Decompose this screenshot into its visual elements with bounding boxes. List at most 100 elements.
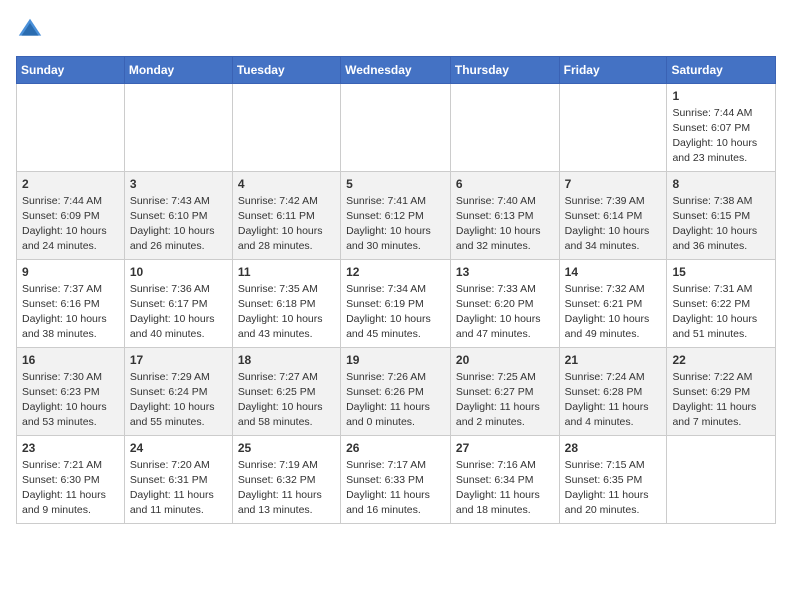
day-number: 24	[130, 440, 227, 456]
day-info: Sunrise: 7:34 AM Sunset: 6:19 PM Dayligh…	[346, 283, 431, 340]
day-cell: 14 Sunrise: 7:32 AM Sunset: 6:21 PM Dayli…	[559, 260, 667, 348]
day-cell: 19 Sunrise: 7:26 AM Sunset: 6:26 PM Dayli…	[341, 348, 451, 436]
day-info: Sunrise: 7:44 AM Sunset: 6:09 PM Dayligh…	[22, 195, 107, 252]
days-header-row: SundayMondayTuesdayWednesdayThursdayFrid…	[17, 57, 776, 84]
day-number: 10	[130, 264, 227, 280]
day-cell: 9 Sunrise: 7:37 AM Sunset: 6:16 PM Daylig…	[17, 260, 125, 348]
day-cell: 7 Sunrise: 7:39 AM Sunset: 6:14 PM Daylig…	[559, 172, 667, 260]
day-number: 12	[346, 264, 445, 280]
day-info: Sunrise: 7:42 AM Sunset: 6:11 PM Dayligh…	[238, 195, 323, 252]
day-cell: 22 Sunrise: 7:22 AM Sunset: 6:29 PM Dayli…	[667, 348, 776, 436]
day-cell	[17, 84, 125, 172]
day-info: Sunrise: 7:26 AM Sunset: 6:26 PM Dayligh…	[346, 371, 430, 428]
day-header-wednesday: Wednesday	[341, 57, 451, 84]
day-number: 26	[346, 440, 445, 456]
day-cell: 26 Sunrise: 7:17 AM Sunset: 6:33 PM Dayli…	[341, 436, 451, 524]
day-cell: 13 Sunrise: 7:33 AM Sunset: 6:20 PM Dayli…	[450, 260, 559, 348]
day-number: 20	[456, 352, 554, 368]
day-cell: 18 Sunrise: 7:27 AM Sunset: 6:25 PM Dayli…	[232, 348, 340, 436]
day-cell: 23Sunrise: 7:21 AM Sunset: 6:30 PM Dayli…	[17, 436, 125, 524]
day-cell	[341, 84, 451, 172]
day-info: Sunrise: 7:27 AM Sunset: 6:25 PM Dayligh…	[238, 371, 323, 428]
day-number: 11	[238, 264, 335, 280]
day-cell: 12 Sunrise: 7:34 AM Sunset: 6:19 PM Dayli…	[341, 260, 451, 348]
day-number: 19	[346, 352, 445, 368]
day-cell: 28 Sunrise: 7:15 AM Sunset: 6:35 PM Dayli…	[559, 436, 667, 524]
day-number: 18	[238, 352, 335, 368]
day-info: Sunrise: 7:32 AM Sunset: 6:21 PM Dayligh…	[565, 283, 650, 340]
day-info: Sunrise: 7:39 AM Sunset: 6:14 PM Dayligh…	[565, 195, 650, 252]
day-cell	[232, 84, 340, 172]
day-cell: 2 Sunrise: 7:44 AM Sunset: 6:09 PM Daylig…	[17, 172, 125, 260]
day-number: 2	[22, 176, 119, 192]
day-cell: 1 Sunrise: 7:44 AM Sunset: 6:07 PM Daylig…	[667, 84, 776, 172]
day-number: 27	[456, 440, 554, 456]
day-cell: 17 Sunrise: 7:29 AM Sunset: 6:24 PM Dayli…	[124, 348, 232, 436]
day-cell: 3 Sunrise: 7:43 AM Sunset: 6:10 PM Daylig…	[124, 172, 232, 260]
day-number: 22	[672, 352, 770, 368]
calendar-header	[16, 16, 776, 44]
day-header-thursday: Thursday	[450, 57, 559, 84]
day-info: Sunrise: 7:33 AM Sunset: 6:20 PM Dayligh…	[456, 283, 541, 340]
day-info: Sunrise: 7:24 AM Sunset: 6:28 PM Dayligh…	[565, 371, 649, 428]
day-number: 21	[565, 352, 662, 368]
day-info: Sunrise: 7:40 AM Sunset: 6:13 PM Dayligh…	[456, 195, 541, 252]
day-cell	[559, 84, 667, 172]
day-info: Sunrise: 7:31 AM Sunset: 6:22 PM Dayligh…	[672, 283, 757, 340]
day-cell	[450, 84, 559, 172]
day-cell	[124, 84, 232, 172]
day-info: Sunrise: 7:22 AM Sunset: 6:29 PM Dayligh…	[672, 371, 756, 428]
logo	[16, 16, 48, 44]
day-number: 9	[22, 264, 119, 280]
day-cell: 25 Sunrise: 7:19 AM Sunset: 6:32 PM Dayli…	[232, 436, 340, 524]
day-number: 5	[346, 176, 445, 192]
day-info: Sunrise: 7:36 AM Sunset: 6:17 PM Dayligh…	[130, 283, 215, 340]
day-cell: 4 Sunrise: 7:42 AM Sunset: 6:11 PM Daylig…	[232, 172, 340, 260]
day-number: 13	[456, 264, 554, 280]
day-number: 1	[672, 88, 770, 104]
day-cell: 21 Sunrise: 7:24 AM Sunset: 6:28 PM Dayli…	[559, 348, 667, 436]
day-info: Sunrise: 7:41 AM Sunset: 6:12 PM Dayligh…	[346, 195, 431, 252]
day-number: 28	[565, 440, 662, 456]
day-info: Sunrise: 7:44 AM Sunset: 6:07 PM Dayligh…	[672, 107, 757, 164]
day-header-tuesday: Tuesday	[232, 57, 340, 84]
day-cell	[667, 436, 776, 524]
week-row-5: 23Sunrise: 7:21 AM Sunset: 6:30 PM Dayli…	[17, 436, 776, 524]
day-number: 25	[238, 440, 335, 456]
day-info: Sunrise: 7:20 AM Sunset: 6:31 PM Dayligh…	[130, 459, 214, 516]
day-cell: 6Sunrise: 7:40 AM Sunset: 6:13 PM Daylig…	[450, 172, 559, 260]
calendar-table: SundayMondayTuesdayWednesdayThursdayFrid…	[16, 56, 776, 524]
day-number: 7	[565, 176, 662, 192]
day-number: 15	[672, 264, 770, 280]
day-header-sunday: Sunday	[17, 57, 125, 84]
day-cell: 15 Sunrise: 7:31 AM Sunset: 6:22 PM Dayli…	[667, 260, 776, 348]
day-info: Sunrise: 7:21 AM Sunset: 6:30 PM Dayligh…	[22, 459, 106, 516]
day-number: 16	[22, 352, 119, 368]
week-row-1: 1 Sunrise: 7:44 AM Sunset: 6:07 PM Daylig…	[17, 84, 776, 172]
day-info: Sunrise: 7:29 AM Sunset: 6:24 PM Dayligh…	[130, 371, 215, 428]
day-number: 17	[130, 352, 227, 368]
day-number: 4	[238, 176, 335, 192]
day-info: Sunrise: 7:37 AM Sunset: 6:16 PM Dayligh…	[22, 283, 107, 340]
day-info: Sunrise: 7:43 AM Sunset: 6:10 PM Dayligh…	[130, 195, 215, 252]
day-cell: 5 Sunrise: 7:41 AM Sunset: 6:12 PM Daylig…	[341, 172, 451, 260]
day-cell: 10 Sunrise: 7:36 AM Sunset: 6:17 PM Dayli…	[124, 260, 232, 348]
day-header-monday: Monday	[124, 57, 232, 84]
day-cell: 20Sunrise: 7:25 AM Sunset: 6:27 PM Dayli…	[450, 348, 559, 436]
week-row-3: 9 Sunrise: 7:37 AM Sunset: 6:16 PM Daylig…	[17, 260, 776, 348]
day-info: Sunrise: 7:19 AM Sunset: 6:32 PM Dayligh…	[238, 459, 322, 516]
day-header-saturday: Saturday	[667, 57, 776, 84]
day-cell: 11Sunrise: 7:35 AM Sunset: 6:18 PM Dayli…	[232, 260, 340, 348]
day-cell: 27 Sunrise: 7:16 AM Sunset: 6:34 PM Dayli…	[450, 436, 559, 524]
day-info: Sunrise: 7:17 AM Sunset: 6:33 PM Dayligh…	[346, 459, 430, 516]
day-cell: 8Sunrise: 7:38 AM Sunset: 6:15 PM Daylig…	[667, 172, 776, 260]
day-cell: 24 Sunrise: 7:20 AM Sunset: 6:31 PM Dayli…	[124, 436, 232, 524]
day-info: Sunrise: 7:15 AM Sunset: 6:35 PM Dayligh…	[565, 459, 649, 516]
week-row-2: 2 Sunrise: 7:44 AM Sunset: 6:09 PM Daylig…	[17, 172, 776, 260]
day-header-friday: Friday	[559, 57, 667, 84]
day-info: Sunrise: 7:16 AM Sunset: 6:34 PM Dayligh…	[456, 459, 540, 516]
day-number: 14	[565, 264, 662, 280]
day-cell: 16Sunrise: 7:30 AM Sunset: 6:23 PM Dayli…	[17, 348, 125, 436]
week-row-4: 16Sunrise: 7:30 AM Sunset: 6:23 PM Dayli…	[17, 348, 776, 436]
day-number: 3	[130, 176, 227, 192]
